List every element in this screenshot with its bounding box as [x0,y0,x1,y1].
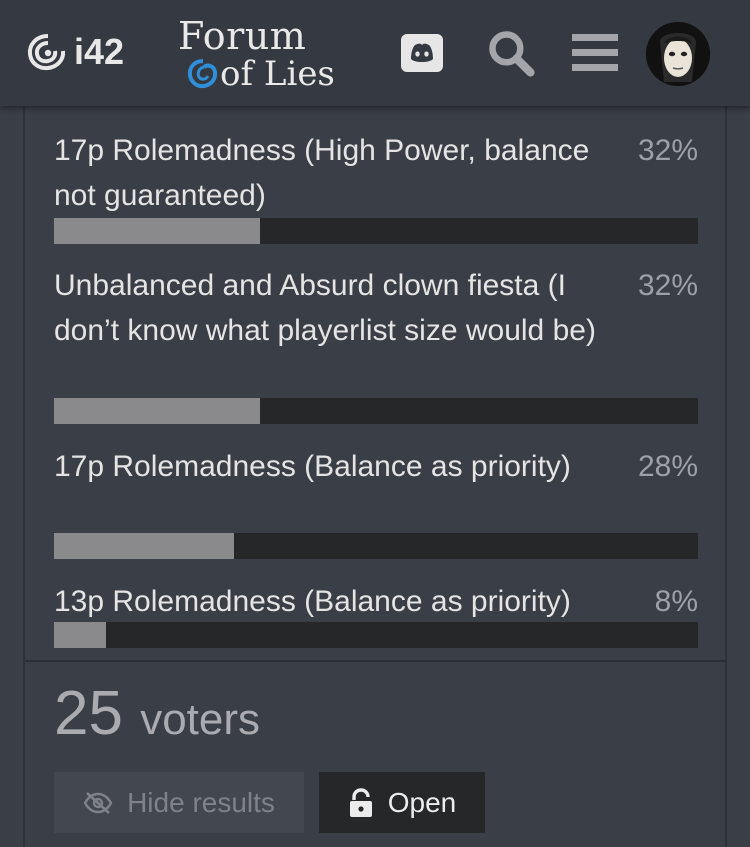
i42-logo[interactable]: i42 [26,31,125,72]
i42-swirl-icon [27,34,66,71]
search-icon [489,31,535,77]
poll-option-bar [54,533,698,559]
swirl-icon [187,59,218,89]
hamburger-menu-button[interactable] [570,28,620,78]
poll-option: 17p Rolemadness (High Power, balance not… [54,128,698,244]
hide-results-button[interactable]: Hide results [54,772,304,833]
user-avatar[interactable] [646,22,710,86]
poll-option: Unbalanced and Absurd clown fiesta (I do… [54,263,698,424]
poll-option-bar-fill [54,218,261,244]
voters-number: 25 [54,679,123,748]
poll-option-percent: 8% [654,585,698,618]
poll-option-label: 13p Rolemadness (Balance as priority) [54,585,571,618]
poll-option-percent: 28% [637,450,698,483]
poll-option-label: 17p Rolemadness (Balance as priority) [54,450,571,483]
eye-slash-icon [83,791,113,814]
poll-option-bar-fill [54,398,261,424]
poll-option-label: 17p Rolemadness (High Power, balance not… [54,134,590,212]
unlock-icon [349,787,372,817]
forum-title-line1: Forum [178,14,307,58]
poll-option: 13p Rolemadness (Balance as priority) 8% [54,579,698,648]
voters-label: voters [140,695,261,744]
discord-icon [401,34,443,72]
search-button[interactable] [486,28,536,78]
poll-option-bar [54,398,698,424]
poll-option-percent: 32% [637,269,698,302]
forum-title-line2: of Lies [220,54,335,94]
hamburger-menu-icon [572,34,618,71]
poll-divider [25,660,725,662]
site-header: i42 Forum of Lies [0,0,750,106]
site-logo-text: i42 [74,31,125,72]
poll-option-bar-fill [54,533,235,559]
poll-option: 17p Rolemadness (Balance as priority) 28… [54,444,698,559]
poll-option-bar [54,622,698,648]
open-label: Open [387,786,457,818]
poll-option-bar-fill [54,622,106,648]
open-poll-button[interactable]: Open [319,772,485,833]
poll-option-label: Unbalanced and Absurd clown fiesta (I do… [54,269,596,347]
masked-face-avatar-icon [646,22,710,86]
discord-button[interactable] [397,28,447,78]
hide-results-label: Hide results [127,786,275,818]
forum-of-lies-logo[interactable]: Forum of Lies [176,14,336,94]
poll-option-bar [54,218,698,244]
voters-count: 25 voters [54,678,260,756]
poll-option-percent: 32% [637,134,698,167]
